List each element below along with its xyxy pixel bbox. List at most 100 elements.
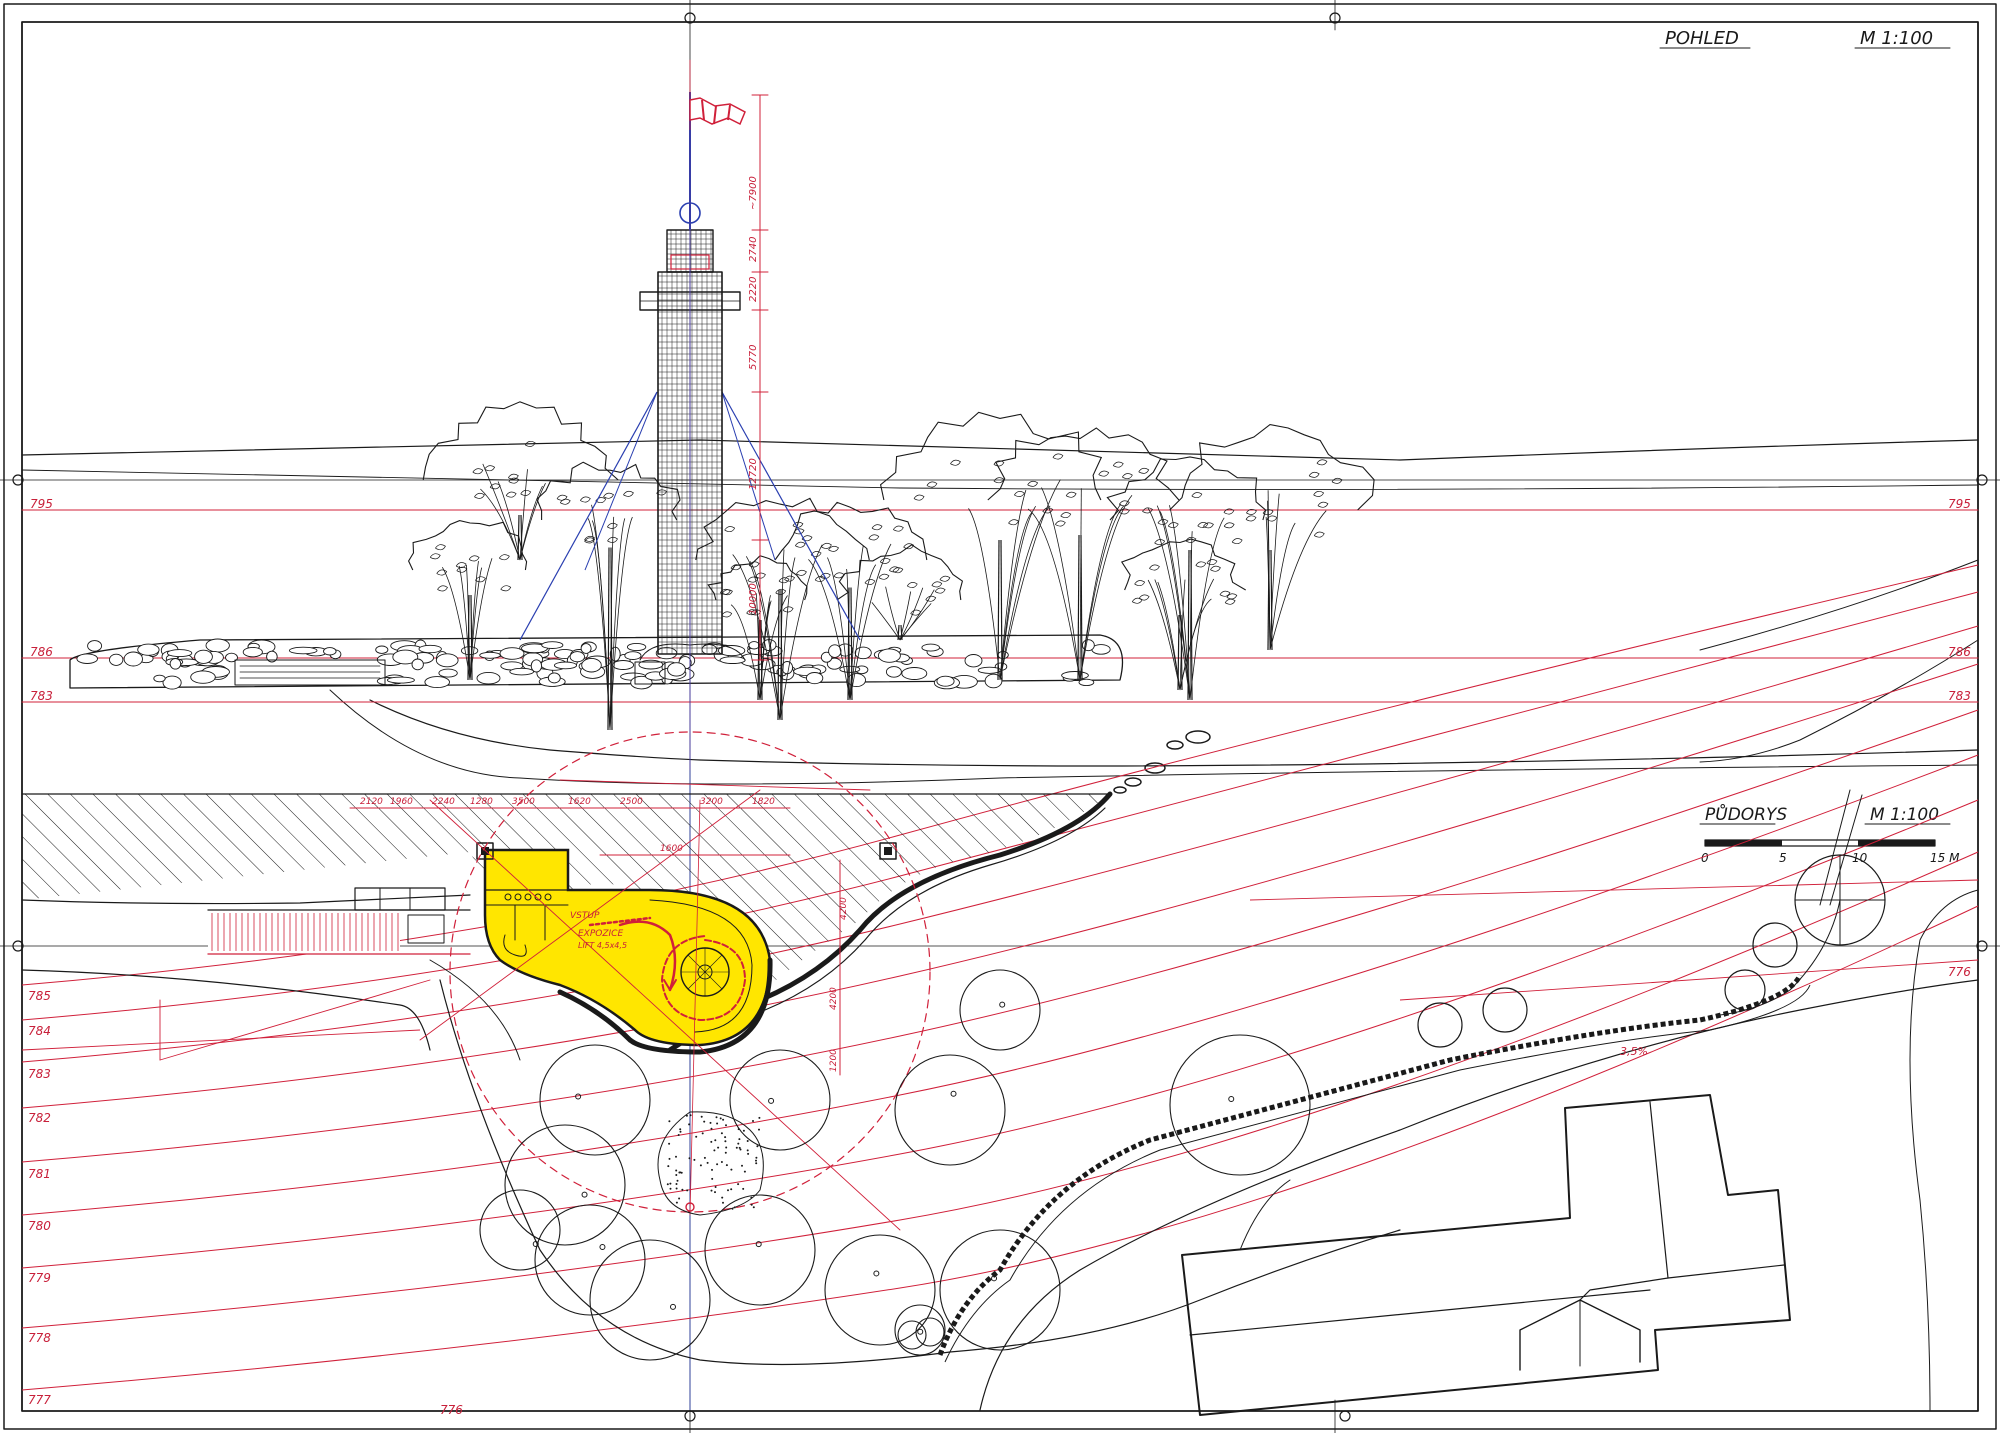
building-note-entrance: VSTUP (570, 911, 600, 921)
wall-stone (76, 653, 98, 664)
wall-stone (242, 646, 263, 658)
path-gradient-note: 3,5% (1620, 1045, 1648, 1058)
wall-stone (569, 651, 585, 663)
gravel-dot (722, 1201, 724, 1204)
building-note-exhibition: EXPOZICE (578, 929, 623, 939)
gravel-dot (679, 1130, 682, 1133)
contour-776-bottom: 776 (440, 1403, 463, 1417)
gravel-dot (716, 1163, 719, 1166)
wall-stone (476, 671, 501, 685)
wall-stone (153, 674, 166, 683)
gravel-dot (695, 1135, 698, 1138)
wall-stone (921, 643, 940, 652)
plan-tree-canopy (539, 1044, 651, 1156)
contour-783: 783 (28, 1067, 51, 1081)
gravel-dot (679, 1171, 682, 1174)
plan-tree-canopy (894, 1054, 1006, 1166)
gravel-dot (715, 1116, 718, 1119)
gravel-dot (739, 1148, 742, 1151)
tower-dim-mid-shaft: 12720 (748, 458, 759, 490)
plan-tree-trunk (669, 1303, 676, 1310)
plan-tree-trunk (768, 1097, 775, 1104)
existing-building (1181, 1094, 1791, 1416)
scale-tick-0: 0 (1701, 851, 1709, 865)
gravel-dot (688, 1157, 691, 1160)
plan-trees-right (1417, 789, 1886, 1048)
wall-stone (225, 652, 238, 663)
sheet-frame (0, 0, 2000, 1433)
gravel-dot (738, 1138, 741, 1141)
architectural-drawing: POHLED M 1:100 PŮDORYS M 1:100 0 5 10 15… (0, 0, 2000, 1433)
gravel-dot (725, 1146, 728, 1149)
gravel-dot (721, 1196, 724, 1199)
plan-tree-canopy (479, 1189, 561, 1271)
wall-stone (854, 646, 872, 660)
plan-tree-canopy (959, 969, 1041, 1051)
plan-dim-3: 2240 (432, 797, 455, 807)
wall-stone (626, 642, 647, 652)
gravel-dot (685, 1114, 688, 1117)
plan-label: PŮDORYS (1705, 803, 1787, 825)
gravel-patch (657, 1111, 764, 1216)
gravel-dot (737, 1183, 740, 1186)
wall-stone (411, 658, 424, 671)
gravel-dot (675, 1174, 678, 1176)
plan-dim-10: 1600 (660, 844, 683, 854)
elevation-tree (707, 555, 808, 701)
stepping-stones (1113, 730, 1211, 794)
wall-stone (612, 660, 635, 670)
entrance-walkway (207, 887, 471, 955)
plan-tree-trunk (950, 1090, 957, 1097)
gravel-dot (681, 1188, 684, 1191)
plan-dim-8: 3200 (700, 797, 723, 807)
contour-776-right: 776 (1948, 965, 1971, 979)
plan-tree-canopy (589, 1239, 711, 1361)
gravel-dot (730, 1188, 733, 1191)
gravel-dot (703, 1156, 706, 1159)
contour-777: 777 (28, 1393, 51, 1407)
wall-stone (885, 666, 902, 678)
wall-stone (375, 645, 389, 654)
contour-line (21, 905, 1979, 1391)
gravel-dot (747, 1152, 750, 1155)
gravel-dot (710, 1127, 713, 1130)
wall-stone (964, 654, 983, 668)
plan-dim-13: 1200 (829, 1049, 839, 1072)
gravel-dot (743, 1170, 746, 1173)
wall-stone (805, 672, 824, 685)
plan-view: 785 784 783 782 781 780 779 778 777 776 … (21, 564, 1979, 1417)
wall-stone (87, 640, 103, 652)
plan-dim-9: 1820 (752, 797, 775, 807)
level-right-786: 786 (1948, 645, 1971, 659)
gravel-dot (711, 1177, 714, 1180)
wall-stone (547, 672, 561, 684)
elevation-scale: M 1:100 (1860, 28, 1933, 49)
plan-tree-trunk (873, 1270, 880, 1277)
gravel-dot (722, 1118, 725, 1121)
gravel-dot (724, 1140, 727, 1143)
gravel-dot (669, 1187, 672, 1190)
plan-tree-canopy (824, 1234, 936, 1346)
scale-tick-15: 15 M (1930, 851, 1960, 865)
tower-dim-upper-shaft: 5770 (748, 345, 759, 370)
plan-trees (479, 969, 1311, 1361)
scale-tick-5: 5 (1779, 851, 1787, 865)
plan-tree-trunk (599, 1243, 606, 1250)
contour-784: 784 (28, 1024, 51, 1038)
plan-tree-canopy (939, 1229, 1061, 1351)
contour-line (1249, 879, 1979, 901)
gravel-dot (730, 1168, 733, 1171)
gravel-dot (675, 1201, 678, 1204)
gravel-dot (720, 1161, 723, 1163)
plan-tree-canopy (915, 1317, 945, 1347)
wall-stone (847, 673, 866, 688)
wall-stone (581, 657, 602, 673)
plan-tree-trunk (581, 1191, 588, 1198)
plan-dim-7: 2500 (620, 797, 643, 807)
gravel-dot (710, 1189, 713, 1192)
wall-stone (288, 646, 318, 655)
wall-stone (137, 643, 160, 656)
wall-stone (438, 668, 458, 678)
level-left-786: 786 (30, 645, 53, 659)
gravel-dot (755, 1162, 758, 1165)
